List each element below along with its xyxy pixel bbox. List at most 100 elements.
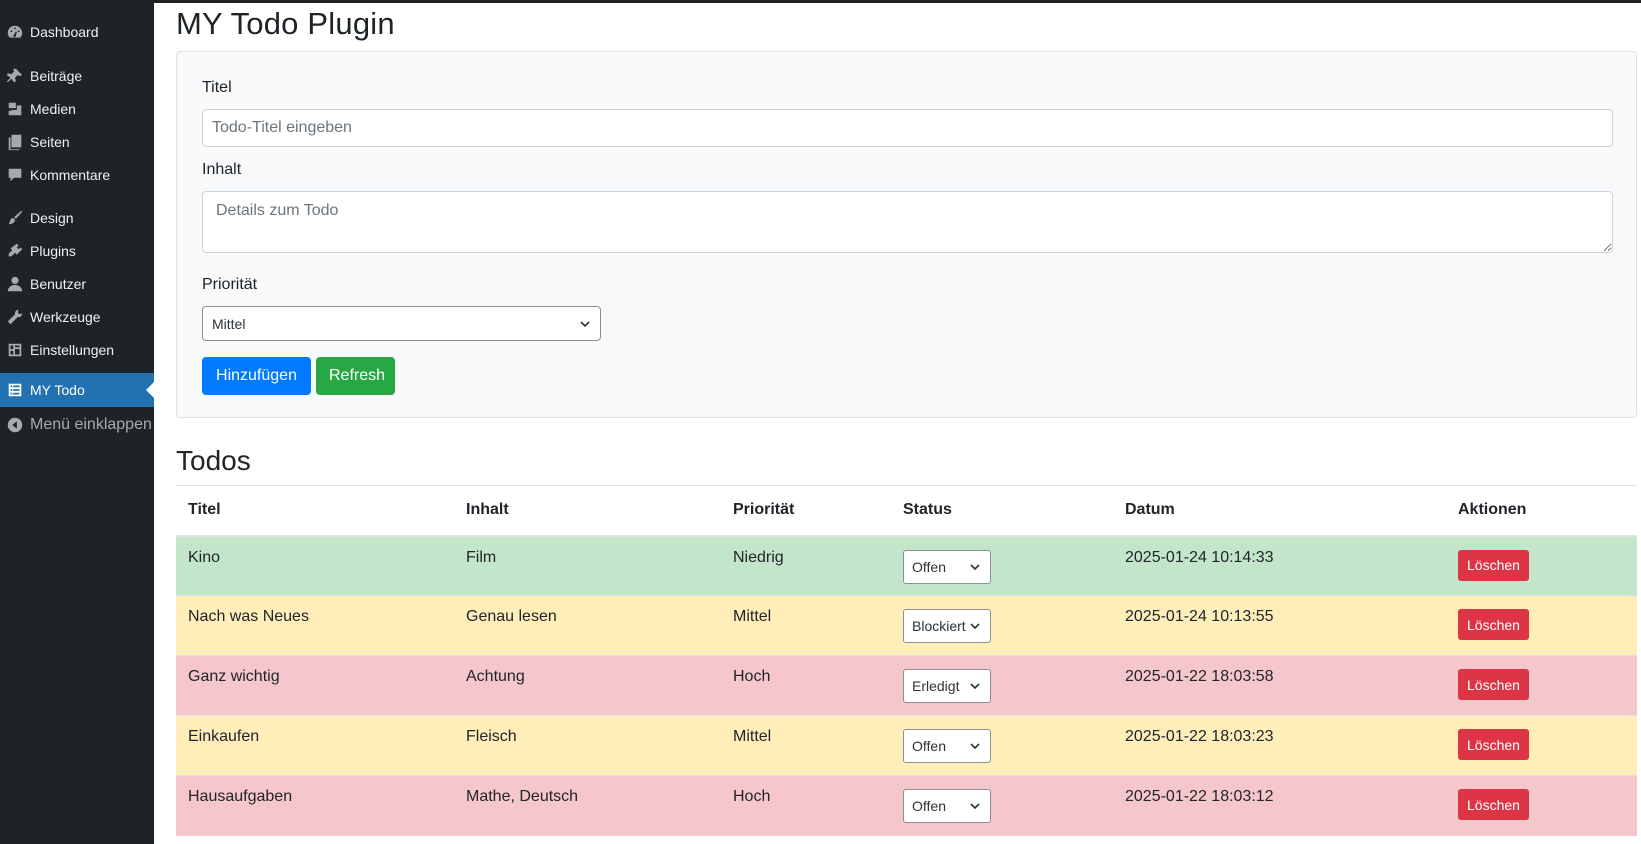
sidebar-item-my-todo[interactable]: MY Todo xyxy=(0,373,154,407)
plugin-icon xyxy=(0,242,30,260)
cell-inhalt: Achtung xyxy=(454,655,721,716)
status-select[interactable]: Offen xyxy=(903,549,991,584)
sidebar-item-label: Kommentare xyxy=(30,167,111,183)
pages-icon xyxy=(0,133,30,151)
chevron-down-icon xyxy=(970,623,980,630)
sidebar-item-medien[interactable]: Medien xyxy=(0,92,154,126)
column-header-prioritaet: Priorität xyxy=(721,485,891,537)
sidebar-item-label: Design xyxy=(30,210,74,226)
settings-icon xyxy=(0,341,30,359)
column-header-inhalt: Inhalt xyxy=(454,485,721,537)
status-select-value: Offen xyxy=(912,738,946,754)
cell-prioritaet: Hoch xyxy=(721,655,891,716)
delete-button[interactable]: Löschen xyxy=(1458,789,1529,820)
priority-select-value: Mittel xyxy=(212,315,246,332)
column-header-status: Status xyxy=(891,485,1113,537)
sidebar-item-label: MY Todo xyxy=(30,382,85,398)
table-row: Kino Film Niedrig Offen 2025-01-24 10:14… xyxy=(176,535,1637,596)
cell-titel: Hausaufgaben xyxy=(176,775,454,836)
delete-button[interactable]: Löschen xyxy=(1458,729,1529,760)
chevron-down-icon xyxy=(970,683,980,690)
delete-button[interactable]: Löschen xyxy=(1458,609,1529,640)
cell-inhalt: Genau lesen xyxy=(454,595,721,656)
cell-titel: Nach was Neues xyxy=(176,595,454,656)
sidebar-item-label: Seiten xyxy=(30,134,70,150)
status-select-value: Erledigt xyxy=(912,678,960,694)
cell-inhalt: Mathe, Deutsch xyxy=(454,775,721,836)
status-select[interactable]: Erledigt xyxy=(903,669,991,703)
collapse-menu-label: Menü einklappen xyxy=(30,416,152,433)
sidebar-item-seiten[interactable]: Seiten xyxy=(0,125,154,159)
cell-datum: 2025-01-22 18:03:58 xyxy=(1113,655,1446,716)
table-row: Hausaufgaben Mathe, Deutsch Hoch Offen 2… xyxy=(176,775,1637,836)
table-row: Nach was Neues Genau lesen Mittel Blocki… xyxy=(176,595,1637,656)
content-label: Inhalt xyxy=(202,161,242,178)
todos-heading: Todos xyxy=(176,445,251,476)
cell-inhalt: Fleisch xyxy=(454,715,721,776)
todo-form-card: Titel Inhalt Priorität Mittel Hinzufügen… xyxy=(176,51,1637,418)
admin-sidebar: Dashboard Beiträge Medien Seiten Komment… xyxy=(0,0,154,844)
status-select[interactable]: Blockiert xyxy=(903,609,991,643)
cell-inhalt: Film xyxy=(454,535,721,596)
pin-icon xyxy=(0,67,30,85)
priority-label: Priorität xyxy=(202,276,258,293)
page-title: MY Todo Plugin xyxy=(176,6,395,41)
delete-button[interactable]: Löschen xyxy=(1458,549,1529,581)
sidebar-item-dashboard[interactable]: Dashboard xyxy=(0,15,154,49)
refresh-button[interactable]: Refresh xyxy=(316,357,395,395)
chevron-down-icon xyxy=(580,320,590,327)
table-row: Ganz wichtig Achtung Hoch Erledigt 2025-… xyxy=(176,655,1637,716)
column-header-aktionen: Aktionen xyxy=(1446,485,1637,537)
sidebar-item-label: Einstellungen xyxy=(30,342,115,358)
brush-icon xyxy=(0,209,30,227)
status-select-value: Blockiert xyxy=(912,618,966,634)
cell-status: Offen xyxy=(891,535,1113,596)
column-header-datum: Datum xyxy=(1113,485,1446,537)
title-input[interactable] xyxy=(202,109,1613,147)
status-select[interactable]: Offen xyxy=(903,789,991,823)
status-select[interactable]: Offen xyxy=(903,729,991,763)
chevron-down-icon xyxy=(970,803,980,810)
column-header-titel: Titel xyxy=(176,485,454,537)
cell-titel: Ganz wichtig xyxy=(176,655,454,716)
cell-aktionen: Löschen xyxy=(1446,715,1637,776)
sidebar-item-design[interactable]: Design xyxy=(0,201,154,235)
sidebar-item-einstellungen[interactable]: Einstellungen xyxy=(0,333,154,367)
admin-bar xyxy=(0,0,1641,3)
sidebar-item-kommentare[interactable]: Kommentare xyxy=(0,158,154,192)
sidebar-item-plugins[interactable]: Plugins xyxy=(0,234,154,268)
cell-prioritaet: Niedrig xyxy=(721,535,891,596)
sidebar-item-benutzer[interactable]: Benutzer xyxy=(0,267,154,301)
list-icon xyxy=(0,381,30,399)
add-todo-button[interactable]: Hinzufügen xyxy=(202,357,311,395)
sidebar-item-label: Dashboard xyxy=(30,24,99,40)
cell-status: Erledigt xyxy=(891,655,1113,716)
comments-icon xyxy=(0,166,30,184)
cell-prioritaet: Mittel xyxy=(721,715,891,776)
cell-aktionen: Löschen xyxy=(1446,775,1637,836)
cell-aktionen: Löschen xyxy=(1446,655,1637,716)
content-textarea[interactable] xyxy=(202,191,1613,253)
sidebar-item-beitraege[interactable]: Beiträge xyxy=(0,59,154,93)
title-label: Titel xyxy=(202,79,232,96)
collapse-menu-button[interactable]: Menü einklappen xyxy=(0,408,154,442)
status-select-value: Offen xyxy=(912,558,946,575)
sidebar-item-label: Medien xyxy=(30,101,76,117)
cell-datum: 2025-01-24 10:13:55 xyxy=(1113,595,1446,656)
cell-datum: 2025-01-22 18:03:23 xyxy=(1113,715,1446,776)
media-icon xyxy=(0,100,30,118)
status-select-value: Offen xyxy=(912,798,946,814)
sidebar-item-label: Werkzeuge xyxy=(30,309,101,325)
cell-titel: Einkaufen xyxy=(176,715,454,776)
delete-button[interactable]: Löschen xyxy=(1458,669,1529,700)
cell-status: Offen xyxy=(891,715,1113,776)
priority-select[interactable]: Mittel xyxy=(202,306,601,341)
collapse-arrow-icon xyxy=(0,416,30,434)
sidebar-item-label: Beiträge xyxy=(30,68,83,84)
cell-status: Offen xyxy=(891,775,1113,836)
cell-datum: 2025-01-24 10:14:33 xyxy=(1113,535,1446,596)
sidebar-item-werkzeuge[interactable]: Werkzeuge xyxy=(0,300,154,334)
cell-titel: Kino xyxy=(176,535,454,596)
cell-datum: 2025-01-22 18:03:12 xyxy=(1113,775,1446,836)
cell-prioritaet: Mittel xyxy=(721,595,891,656)
